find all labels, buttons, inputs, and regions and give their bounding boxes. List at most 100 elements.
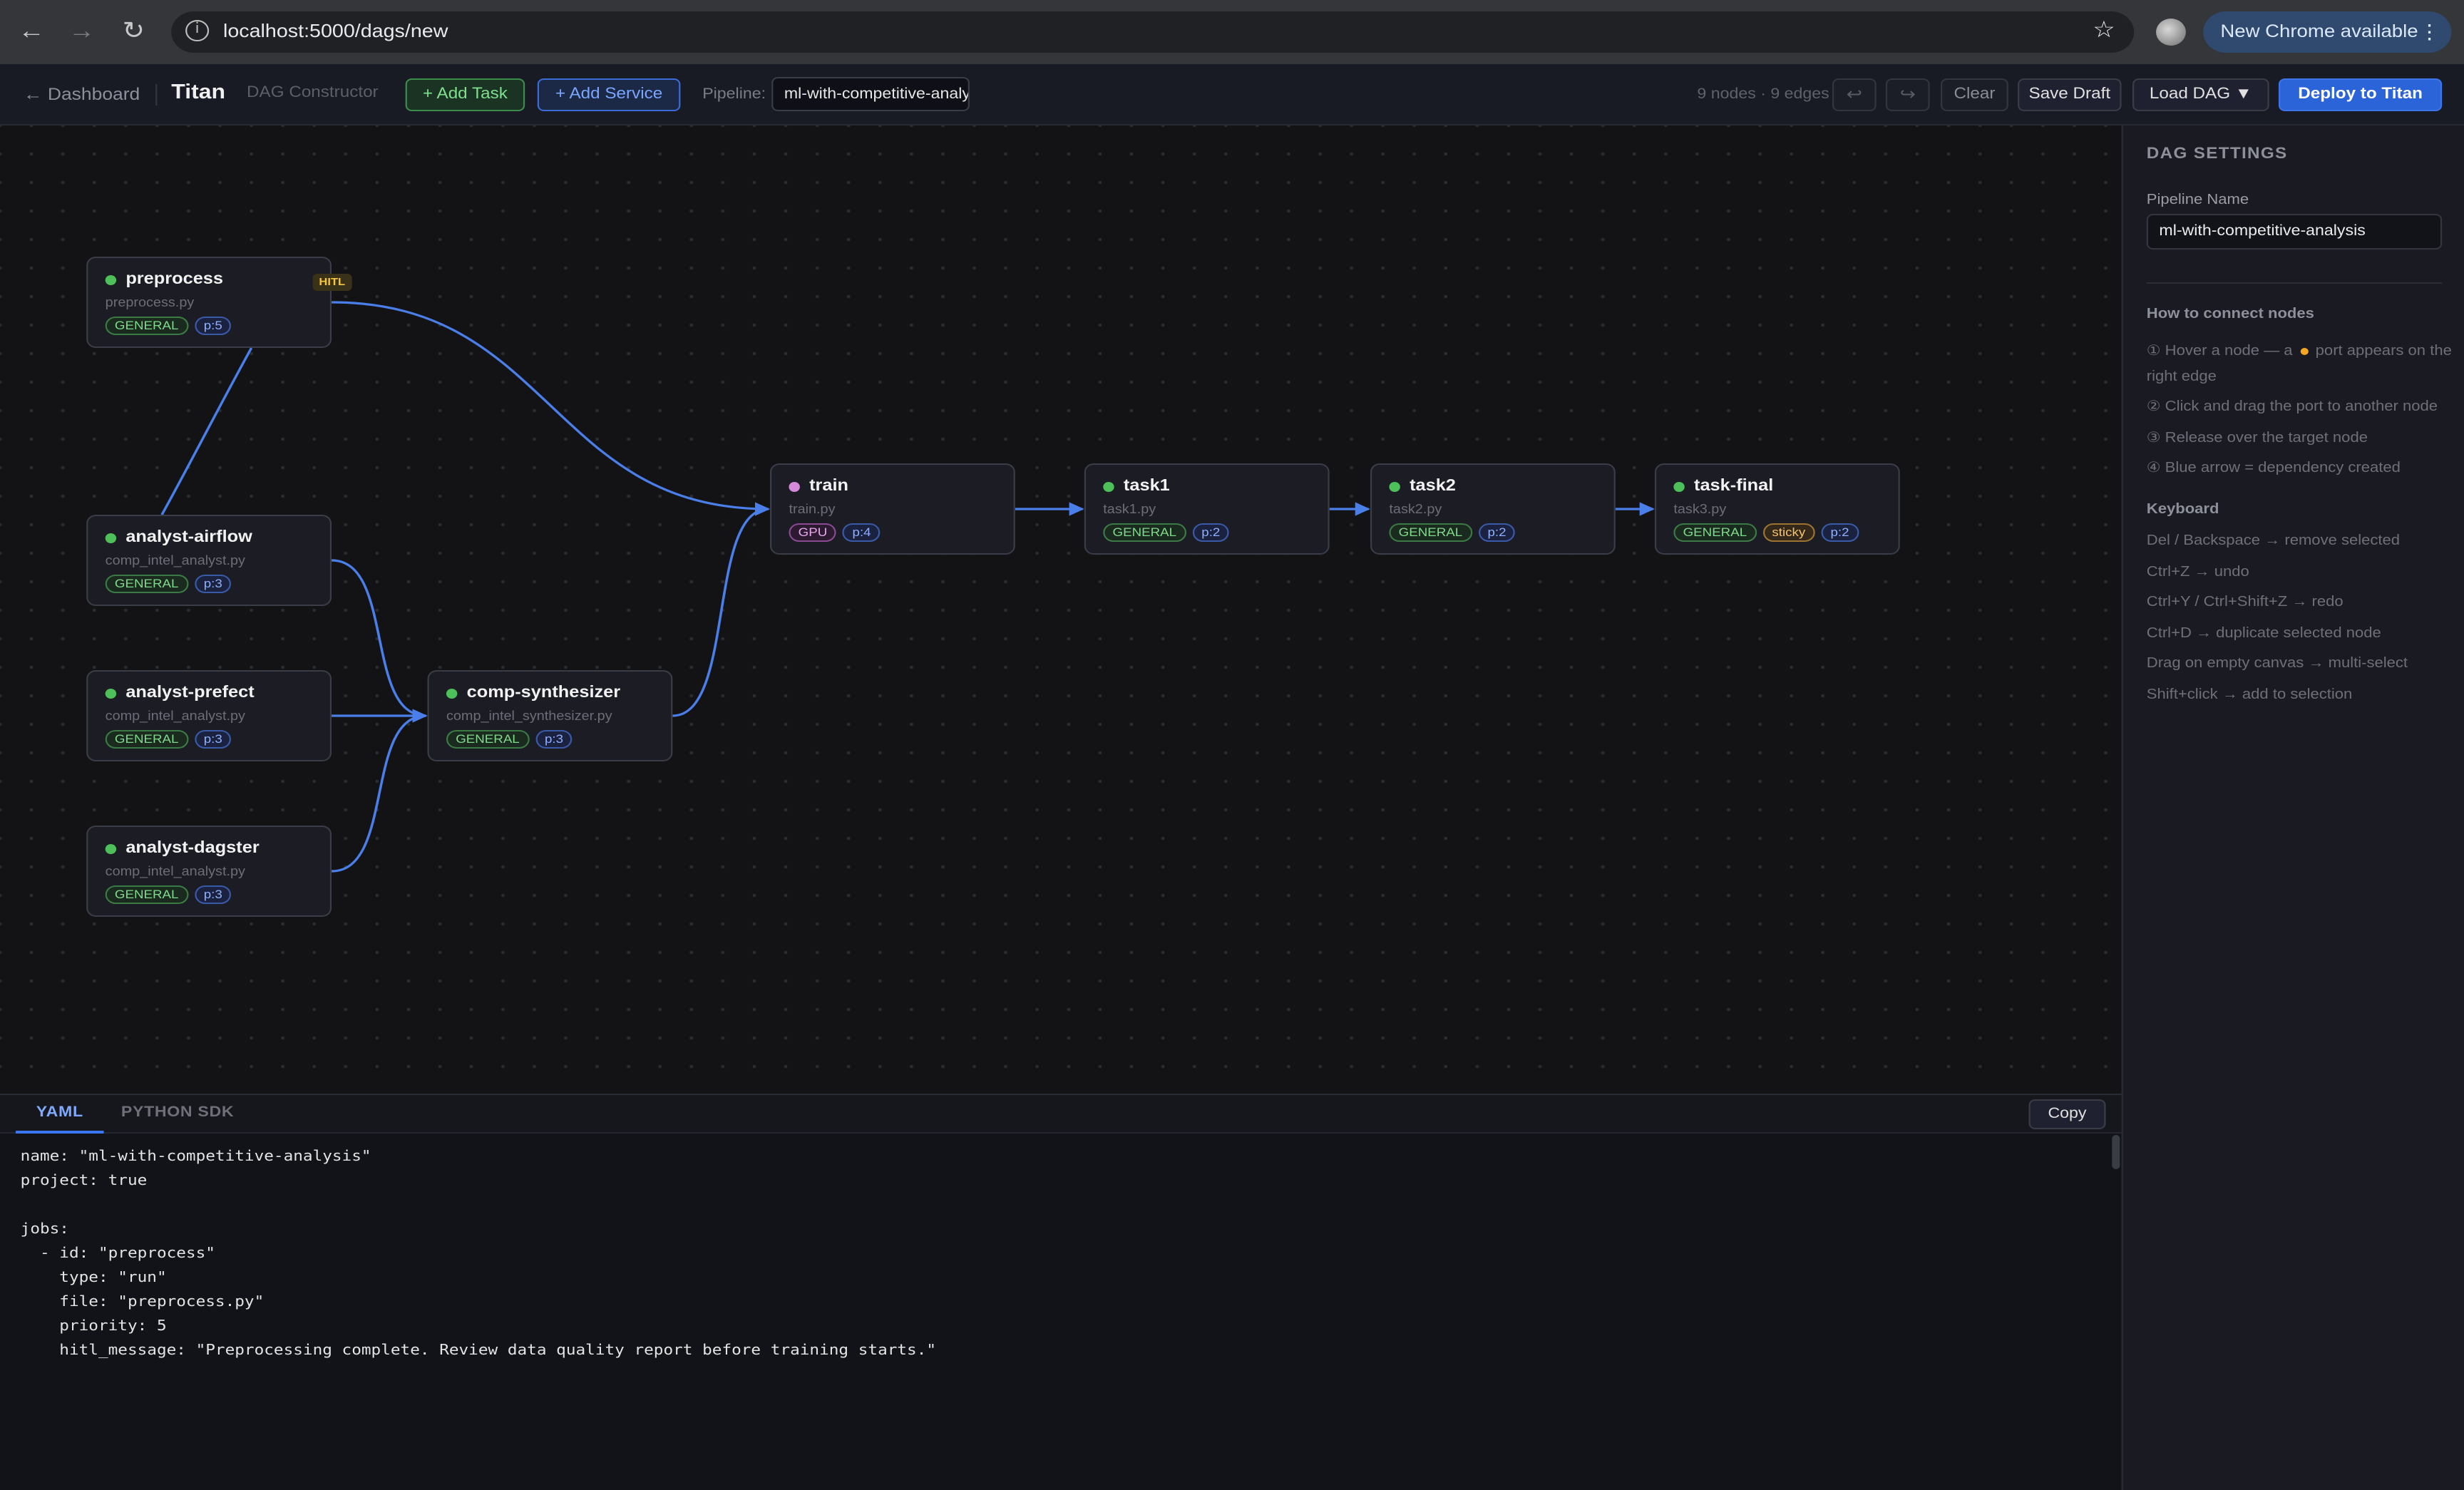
code-line: priority: 5 (20, 1317, 167, 1335)
dag-canvas[interactable]: preprocess HITL preprocess.py GENERAL p:5 ana… (0, 125, 2122, 1094)
edge-preprocess-analyst-airflow[interactable] (160, 347, 253, 515)
type-tag: sticky (1762, 523, 1815, 542)
node-file: comp_intel_analyst.py (105, 709, 245, 723)
edge-preprocess-train[interactable] (332, 301, 770, 516)
node-tags: GENERAL p:2 (1389, 523, 1516, 542)
node-title: task2 (1410, 478, 1456, 495)
node-file: train.py (789, 502, 836, 516)
priority-tag: p:2 (1821, 523, 1859, 542)
keyboard-shortcut: Del / Backspace → remove selected (2146, 533, 2401, 549)
dag-node-analyst-prefect[interactable]: analyst-prefect comp_intel_analyst.py GENE… (86, 670, 332, 761)
status-dot-icon (446, 689, 458, 699)
connect-heading: How to connect nodes (2146, 307, 2314, 322)
save-draft-button[interactable]: Save Draft (2018, 78, 2122, 111)
edge-analyst-airflow-comp-synthesizer[interactable] (332, 559, 428, 723)
site-info-icon[interactable]: i (185, 20, 210, 41)
node-file: task1.py (1103, 502, 1156, 516)
keyboard-shortcut: Ctrl+Z → undo (2146, 564, 2249, 580)
deploy-button[interactable]: Deploy to Titan (2278, 78, 2443, 111)
back-to-dashboard-link[interactable]: ← Dashboard (24, 84, 140, 104)
node-title: task-final (1694, 478, 1774, 495)
code-panel: YAML PYTHON SDK Copy name: "ml-with-comp… (0, 1094, 2122, 1490)
pipeline-name-field[interactable]: ml-with-competitive-analysis (2146, 214, 2443, 250)
forward-arrow-icon[interactable]: → (63, 14, 101, 48)
node-tags: GENERAL p:3 (105, 730, 232, 749)
code-line: type: "run" (20, 1269, 167, 1286)
yaml-code[interactable]: name: "ml-with-competitive-analysis" proj… (21, 1145, 936, 1363)
dag-node-comp-synthesizer[interactable]: comp-synthesizer comp_intel_synthesizer.p… (427, 670, 673, 761)
node-title: analyst-airflow (125, 529, 252, 546)
panel-title: DAG SETTINGS (2146, 145, 2288, 163)
type-tag: GENERAL (105, 317, 188, 335)
add-task-button[interactable]: + Add Task (405, 78, 525, 111)
kebab-menu-icon[interactable]: ⋮ (2418, 11, 2440, 53)
edge-analyst-dagster-comp-synthesizer[interactable] (332, 709, 428, 873)
tab-python-sdk[interactable]: PYTHON SDK (110, 1095, 245, 1134)
type-tag: GENERAL (1103, 523, 1186, 542)
priority-tag: p:2 (1192, 523, 1230, 542)
dag-node-preprocess[interactable]: preprocess HITL preprocess.py GENERAL p:5 (86, 257, 351, 348)
connect-step-2: ② Click and drag the port to another nod… (2146, 399, 2438, 415)
dag-node-task-final[interactable]: task-final task3.py GENERAL sticky p:2 (1654, 463, 1900, 555)
new-chrome-available-button[interactable]: New Chrome available ⋮ (2203, 11, 2452, 53)
type-tag: GENERAL (446, 730, 529, 749)
url-text[interactable]: localhost:5000/dags/new (223, 20, 448, 41)
pipeline-name-input[interactable]: ml-with-competitive-analysis (771, 77, 970, 111)
node-tags: GENERAL p:3 (446, 730, 573, 749)
keyboard-shortcut: Ctrl+Y / Ctrl+Shift+Z → redo (2146, 595, 2344, 611)
profile-avatar[interactable] (2156, 19, 2186, 46)
tab-yaml[interactable]: YAML (16, 1095, 104, 1134)
keyboard-shortcut: Shift+click → add to selection (2146, 687, 2353, 703)
hitl-badge: HITL (312, 274, 351, 291)
connect-step-1: ① Hover a node — a port appears on the r… (2147, 339, 2453, 391)
status-dot-icon (105, 533, 117, 543)
node-file: comp_intel_analyst.py (105, 553, 245, 567)
back-arrow-icon[interactable]: ← (13, 14, 51, 48)
node-file: preprocess.py (105, 295, 195, 309)
connect-step-4: ④ Blue arrow = dependency created (2146, 461, 2401, 476)
status-dot-icon (105, 275, 117, 285)
copy-button[interactable]: Copy (2028, 1099, 2106, 1129)
clear-button[interactable]: Clear (1941, 78, 2008, 111)
app-brand: Titan (171, 81, 226, 104)
code-line: jobs: (20, 1221, 69, 1238)
code-tabs: YAML PYTHON SDK Copy (0, 1095, 2122, 1134)
new-chrome-label: New Chrome available (2220, 21, 2418, 41)
node-file: comp_intel_analyst.py (105, 864, 245, 878)
load-dag-button[interactable]: Load DAG ▼ (2132, 78, 2269, 111)
status-dot-icon (789, 482, 800, 492)
dag-node-analyst-airflow[interactable]: analyst-airflow comp_intel_analyst.py GENE… (86, 515, 332, 606)
reload-icon[interactable]: ↻ (115, 14, 153, 48)
connect-step-3: ③ Release over the target node (2146, 431, 2368, 446)
node-tags: GENERAL p:5 (105, 317, 232, 335)
edge-comp-synthesizer-train[interactable] (672, 502, 770, 717)
undo-button[interactable]: ↩ (1832, 78, 1877, 111)
page-subtitle: DAG Constructor (247, 84, 379, 101)
dag-node-task1[interactable]: task1 task1.py GENERAL p:2 (1084, 463, 1330, 555)
priority-tag: p:3 (535, 730, 573, 749)
priority-tag: p:2 (1478, 523, 1516, 542)
keyboard-shortcut: Drag on empty canvas → multi-select (2146, 656, 2408, 672)
node-tags: GENERAL p:3 (105, 885, 232, 904)
type-tag: GENERAL (105, 575, 188, 593)
type-tag: GPU (789, 523, 837, 542)
panel-divider (2146, 282, 2443, 284)
code-line: name: "ml-with-competitive-analysis" (20, 1148, 371, 1165)
address-bar[interactable]: i localhost:5000/dags/new ☆ (171, 11, 2135, 53)
redo-button[interactable]: ↪ (1885, 78, 1930, 111)
type-tag: GENERAL (1673, 523, 1757, 542)
type-tag: GENERAL (105, 730, 188, 749)
bookmark-star-icon[interactable]: ☆ (2093, 16, 2115, 43)
code-line: project: true (20, 1172, 148, 1189)
code-line: - id: "preprocess" (20, 1245, 215, 1262)
status-dot-icon (1103, 482, 1114, 492)
dag-node-analyst-dagster[interactable]: analyst-dagster comp_intel_analyst.py GENE… (86, 826, 332, 917)
dag-node-task2[interactable]: task2 task2.py GENERAL p:2 (1370, 463, 1616, 555)
add-service-button[interactable]: + Add Service (537, 78, 681, 111)
dag-node-train[interactable]: train train.py GPU p:4 (770, 463, 1015, 555)
node-title: analyst-prefect (125, 684, 255, 702)
priority-tag: p:3 (194, 730, 232, 749)
code-scrollbar[interactable] (2112, 1135, 2120, 1169)
graph-stats: 9 nodes · 9 edges (1697, 86, 1829, 103)
